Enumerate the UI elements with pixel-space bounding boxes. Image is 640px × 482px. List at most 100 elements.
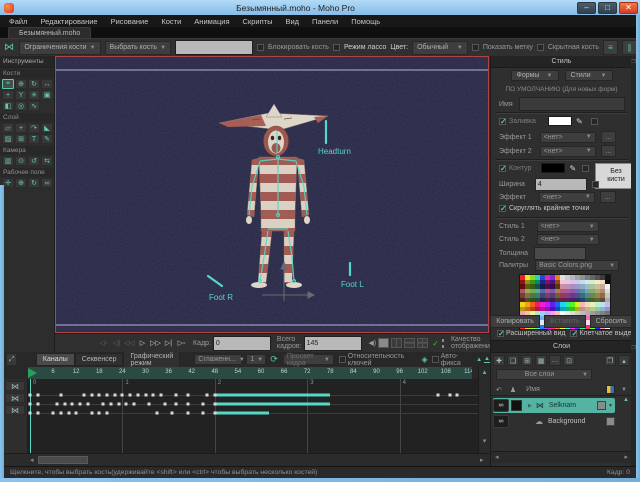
select-bone-button[interactable]: Выбрать кость▼	[105, 41, 171, 55]
shapes-button[interactable]: Формы▼	[511, 70, 559, 81]
rotate-workspace-tool-icon[interactable]: ↻	[28, 178, 40, 188]
bone-scale-track-key-12[interactable]	[75, 412, 78, 415]
stroke-extra-checkbox[interactable]	[582, 165, 589, 172]
shield-icon[interactable]: ◈	[421, 355, 427, 364]
bone-translation-track-key-22[interactable]	[113, 394, 116, 397]
bone-shading-toggle-icon[interactable]: ≡	[603, 40, 618, 55]
timeline-expand-icon[interactable]: ⤢	[6, 353, 17, 366]
stroke-pen-icon[interactable]: ✎	[569, 164, 576, 173]
bone-translation-track-key-18[interactable]	[98, 394, 101, 397]
interpolation-dropdown[interactable]: Сглаженн...▼	[194, 354, 242, 365]
effect1-dropdown[interactable]: <нет>▼	[540, 132, 596, 143]
maximize-button[interactable]: □	[598, 2, 617, 14]
layer-select-checkbox[interactable]	[511, 400, 522, 411]
bone-rotation-track-selected-segment[interactable]	[215, 403, 331, 406]
bone-rotation-track-key-2[interactable]	[36, 403, 39, 406]
layer-visibility-icon[interactable]: ∞	[493, 415, 509, 428]
view-layout-quad-button[interactable]	[417, 338, 428, 348]
collapse-panel-icon[interactable]: ▴	[618, 355, 630, 366]
translate-bone-tool-icon[interactable]: ⊕	[15, 79, 27, 89]
show-label-checkbox[interactable]	[472, 44, 479, 51]
copy-palette-button[interactable]: Копировать	[490, 315, 540, 328]
bone-dynamics-tool-icon[interactable]: ∿	[28, 101, 40, 111]
menu-вид[interactable]: Вид	[285, 17, 299, 26]
relative-keys-checkbox[interactable]	[339, 356, 346, 363]
menu-скрипты[interactable]: Скрипты	[243, 17, 273, 26]
current-frame-input[interactable]	[213, 336, 271, 351]
add-bone-tool-icon[interactable]: +	[2, 90, 14, 100]
scroll-right-icon[interactable]: ▸	[480, 455, 484, 466]
step-back-button[interactable]: ◁◁	[124, 338, 135, 349]
pan-tilt-camera-tool-icon[interactable]: ⇆	[41, 156, 53, 166]
bone-scale-track-selected-segment[interactable]	[215, 412, 269, 415]
transform-layer-tool-icon[interactable]: ▱	[2, 123, 14, 133]
scroll-down-icon[interactable]: ▾	[479, 436, 490, 447]
bone-scale-track-key-48[interactable]	[213, 412, 216, 415]
menu-редактирование[interactable]: Редактирование	[40, 17, 97, 26]
timeline-vertical-scrollbar[interactable]: ▴ ▾	[478, 367, 490, 453]
text-tool-icon[interactable]: T	[28, 134, 40, 144]
layer-expand-icon[interactable]: ▶	[528, 403, 532, 409]
hidden-bone-checkbox[interactable]	[537, 44, 544, 51]
lock-bone-checkbox[interactable]	[257, 44, 264, 51]
bone-translation-track-key-106[interactable]	[437, 394, 440, 397]
bone-translation-track-key-38[interactable]	[175, 394, 178, 397]
menu-панели[interactable]: Панели	[312, 17, 338, 26]
bone-translation-track-selected-segment[interactable]	[215, 394, 331, 397]
menu-кости[interactable]: Кости	[161, 17, 181, 26]
bone-translation-track-key-20[interactable]	[106, 394, 109, 397]
thickness-input[interactable]	[534, 247, 586, 260]
bone-rotation-track-key-21[interactable]	[109, 403, 112, 406]
layer-row-background[interactable]: ∞☁Background	[493, 414, 615, 429]
rotate-layer-tool-icon[interactable]: ↷	[28, 123, 40, 133]
layer-comp-button[interactable]: ❐	[604, 355, 616, 366]
orbit-workspace-tool-icon[interactable]: ∞	[41, 178, 53, 188]
bone-rotation-track-key-48[interactable]	[213, 403, 216, 406]
bone-rotation-track-key-15[interactable]	[86, 403, 89, 406]
checkered-selection-checkbox[interactable]	[570, 330, 577, 337]
zoom-keys-in-icon[interactable]: ▲	[476, 357, 482, 363]
style-name-input[interactable]	[519, 97, 625, 111]
bone-scale-track-key-6[interactable]	[52, 412, 55, 415]
zoom-workspace-tool-icon[interactable]: ⊕	[15, 178, 27, 188]
view-layout-split-v-button[interactable]	[391, 338, 402, 348]
fill-extra-checkbox[interactable]	[591, 118, 598, 125]
audio-mute-icon[interactable]: ◀)	[369, 339, 377, 347]
bone-name-input[interactable]	[175, 40, 253, 55]
cycle-icon[interactable]: ⟳	[270, 354, 278, 365]
bone-strength-tool-icon[interactable]: ✳	[28, 90, 40, 100]
styles-button[interactable]: Стили▼	[565, 70, 613, 81]
bone-translation-track-key-41[interactable]	[186, 394, 189, 397]
filter-column-icon[interactable]: ▼	[621, 387, 627, 393]
layers-scroll-right-icon[interactable]: ▸	[624, 452, 628, 463]
bone-scale-track-key-37[interactable]	[171, 412, 174, 415]
bone-translation-track-key-32[interactable]	[152, 394, 155, 397]
delete-layer-button[interactable]: ▦	[535, 355, 547, 366]
bone-scale-track-key-8[interactable]	[59, 412, 62, 415]
enable-drawing-check-icon[interactable]: ✓	[432, 339, 439, 348]
bone-rotation-track-key-11[interactable]	[71, 403, 74, 406]
jump-start-button[interactable]: ◁◦	[98, 338, 109, 349]
bone-scale-track-key-16[interactable]	[90, 412, 93, 415]
view-layout-split-h-button[interactable]	[404, 338, 415, 348]
zoom-camera-tool-icon[interactable]: ⊙	[15, 156, 27, 166]
bone-translation-track-key-34[interactable]	[159, 394, 162, 397]
shear-layer-tool-icon[interactable]: ◣	[41, 123, 53, 133]
bone-translation-track-key-48[interactable]	[213, 394, 216, 397]
menu-помощь[interactable]: Помощь	[351, 17, 380, 26]
bone-translation-track-key-30[interactable]	[144, 394, 147, 397]
bone-scale-track-key-2[interactable]	[36, 412, 39, 415]
round-caps-checkbox[interactable]	[499, 205, 506, 212]
bone-scale-track-key-10[interactable]	[67, 412, 70, 415]
play-button[interactable]: ▷	[137, 338, 148, 349]
timeline-tab-Секвенсер[interactable]: Секвенсер	[75, 353, 124, 366]
bone-rotation-track-key-13[interactable]	[79, 403, 82, 406]
layer-options-button[interactable]: …	[549, 355, 561, 366]
scroll-up-icon[interactable]: ▴	[479, 367, 490, 378]
bake-bone-tool-icon[interactable]: ◎	[15, 101, 27, 111]
bone-rotation-track-key-35[interactable]	[163, 403, 166, 406]
offset-bone-tool-icon[interactable]: ◧	[2, 101, 14, 111]
bone-translation-track-key-111[interactable]	[456, 394, 459, 397]
bone-translation-track-key-16[interactable]	[90, 394, 93, 397]
total-frames-input[interactable]	[304, 336, 362, 351]
